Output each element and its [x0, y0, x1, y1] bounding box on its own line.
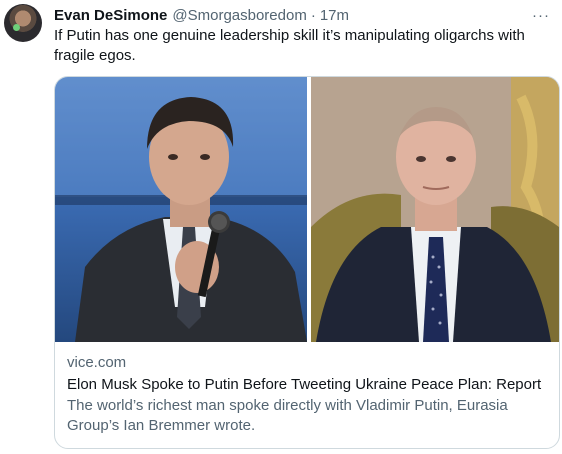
author-display-name[interactable]: Evan DeSimone — [54, 7, 167, 24]
card-domain: vice.com — [67, 354, 127, 371]
link-preview-card[interactable]: vice.com Elon Musk Spoke to Putin Before… — [54, 76, 560, 449]
card-body[interactable]: vice.com Elon Musk Spoke to Putin Before… — [67, 353, 547, 436]
card-image-right — [311, 77, 559, 342]
tweet-header: Evan DeSimone @Smorgasboredom · 17m ··· — [54, 4, 552, 26]
card-images[interactable] — [55, 77, 559, 342]
more-options-icon[interactable]: ··· — [530, 4, 552, 26]
tweet: Evan DeSimone @Smorgasboredom · 17m ··· … — [0, 0, 562, 454]
card-title[interactable]: Elon Musk Spoke to Putin Before Tweeting… — [67, 375, 547, 395]
tweet-timestamp[interactable]: 17m — [320, 7, 349, 24]
tweet-text: If Putin has one genuine leadership skil… — [54, 27, 525, 64]
author-handle[interactable]: @Smorgasboredom — [172, 7, 306, 24]
microphone-icon — [13, 24, 20, 31]
card-description: The world’s richest man spoke directly w… — [67, 397, 508, 434]
avatar[interactable] — [4, 4, 42, 42]
card-image-left — [55, 77, 307, 342]
header-separator: · — [310, 6, 316, 24]
